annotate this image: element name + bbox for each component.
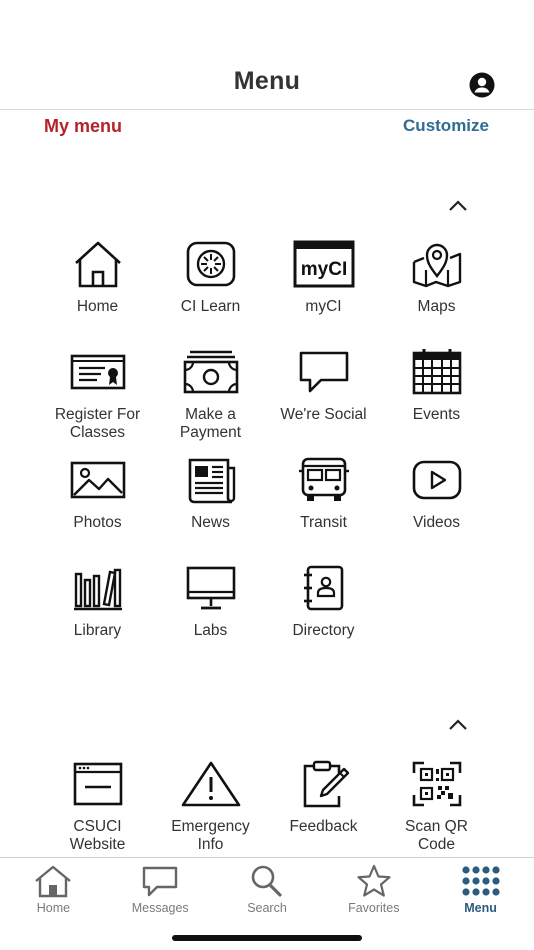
library-icon [73, 568, 122, 611]
my-menu-label: My menu [44, 116, 123, 136]
tile-label: Feedback [289, 818, 358, 835]
home-icon [74, 241, 121, 288]
tile-videos[interactable]: Videos [380, 450, 493, 558]
tile-label: We're Social [280, 406, 367, 423]
myci-logo-text: myCI [300, 259, 346, 280]
bus-icon [298, 457, 349, 501]
chevron-up-icon[interactable] [448, 199, 468, 213]
tile-label: Events [412, 406, 461, 423]
tile-feedback[interactable]: Feedback [267, 754, 380, 862]
address-book-icon [303, 565, 343, 611]
search-icon [251, 865, 282, 897]
section2-grid: CSUCI Website Emergency Info Feedback Sc… [41, 754, 493, 862]
tile-events[interactable]: Events [380, 342, 493, 450]
tile-ci-learn[interactable]: CI Learn [154, 234, 267, 342]
tab-home[interactable]: Home [0, 858, 107, 950]
money-icon [183, 350, 238, 394]
tile-label: Emergency Info [171, 818, 250, 853]
tile-label: Make a Payment [179, 406, 242, 441]
tile-label: CI Learn [180, 298, 241, 315]
grid-dots-icon [461, 866, 500, 896]
tile-label: Directory [292, 622, 355, 639]
home-icon [35, 865, 72, 898]
tile-label: Scan QR Code [405, 818, 468, 853]
canvas-icon [186, 241, 235, 287]
customize-button[interactable]: Customize [403, 116, 489, 136]
tile-make-a-payment[interactable]: Make a Payment [154, 342, 267, 450]
chevron-up-icon[interactable] [448, 718, 468, 732]
tile-myci[interactable]: myCI myCI [267, 234, 380, 342]
qr-code-icon [412, 761, 461, 807]
star-icon [357, 864, 391, 897]
speech-bubble-icon [299, 351, 348, 393]
clipboard-pen-icon [303, 760, 349, 808]
section1-grid: Home CI Learn myCI myCI Maps Register Fo… [41, 234, 493, 666]
tile-label: Labs [193, 622, 228, 639]
monitor-icon [186, 566, 235, 610]
tile-register-for-classes[interactable]: Register For Classes [41, 342, 154, 450]
tile-maps[interactable]: Maps [380, 234, 493, 342]
tile-label: myCI [305, 298, 342, 315]
photo-icon [70, 461, 125, 499]
tile-label: Photos [73, 514, 122, 531]
tile-label: Library [73, 622, 122, 639]
tile-were-social[interactable]: We're Social [267, 342, 380, 450]
map-icon [412, 243, 461, 288]
tab-label: Search [247, 901, 287, 915]
tile-labs[interactable]: Labs [154, 558, 267, 666]
browser-icon [73, 762, 122, 806]
tile-scan-qr-code[interactable]: Scan QR Code [380, 754, 493, 862]
tab-label: Menu [464, 901, 497, 915]
calendar-icon [412, 349, 461, 395]
tile-photos[interactable]: Photos [41, 450, 154, 558]
tile-library[interactable]: Library [41, 558, 154, 666]
page-title: Menu [233, 67, 301, 95]
tile-emergency-info[interactable]: Emergency Info [154, 754, 267, 862]
tile-home[interactable]: Home [41, 234, 154, 342]
tile-csuci-website[interactable]: CSUCI Website [41, 754, 154, 862]
chat-icon [142, 866, 178, 897]
tile-label: Home [76, 298, 119, 315]
tile-label: Videos [412, 514, 461, 531]
tab-label: Home [36, 901, 71, 915]
profile-icon[interactable] [469, 72, 495, 98]
tile-news[interactable]: News [154, 450, 267, 558]
newspaper-icon [188, 458, 235, 504]
warning-icon [181, 761, 240, 807]
tile-label: Register For Classes [54, 406, 141, 441]
home-indicator[interactable] [172, 935, 362, 941]
tile-directory[interactable]: Directory [267, 558, 380, 666]
tile-label: CSUCI Website [69, 818, 126, 853]
tile-label: Maps [417, 298, 456, 315]
tab-menu[interactable]: Menu [427, 858, 534, 950]
certificate-icon [70, 354, 125, 390]
tile-transit[interactable]: Transit [267, 450, 380, 558]
header: Menu [0, 0, 534, 110]
tab-label: Messages [131, 901, 189, 915]
tile-label: Transit [300, 514, 347, 531]
tile-label: News [191, 514, 230, 531]
tab-label: Favorites [348, 901, 400, 915]
myci-logo-icon: myCI [293, 240, 354, 288]
play-icon [412, 460, 461, 500]
